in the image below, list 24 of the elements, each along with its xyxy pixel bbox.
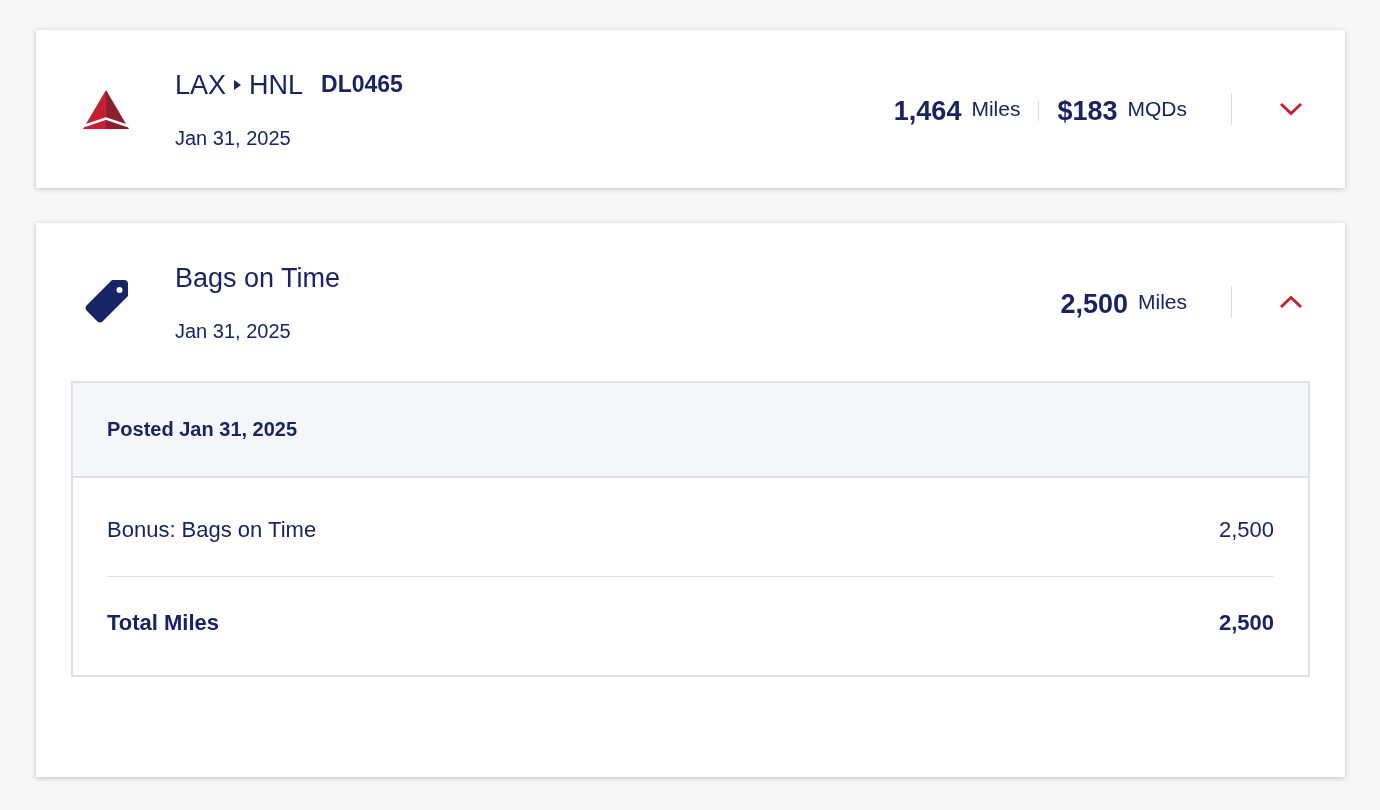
expand-toggle-button[interactable] xyxy=(1279,295,1303,309)
expand-toggle-button[interactable] xyxy=(1279,102,1303,116)
chevron-up-icon xyxy=(1279,295,1303,309)
posted-date: Posted Jan 31, 2025 xyxy=(107,418,298,441)
line-item-value: 2,500 xyxy=(1218,517,1274,543)
destination-code: HNL xyxy=(249,69,304,102)
line-item-label: Bonus: Bags on Time xyxy=(107,517,317,543)
caret-right-icon xyxy=(234,80,242,90)
total-value: 2,500 xyxy=(1218,610,1274,636)
origin-code: LAX xyxy=(175,69,227,102)
earning-amount: 1,464 xyxy=(893,95,962,127)
flight-number: DL0465 xyxy=(321,69,403,98)
earning-unit: MQDs xyxy=(1127,96,1187,122)
earning-amount: $183 xyxy=(1057,95,1118,127)
activity-date: Jan 31, 2025 xyxy=(175,319,291,343)
tag-icon xyxy=(84,280,128,324)
triangle-logo-icon xyxy=(83,89,129,129)
chevron-down-icon xyxy=(1279,102,1303,116)
earning-amount: 2,500 xyxy=(1060,288,1128,320)
activity-title: Bags on Time xyxy=(175,262,341,295)
activity-date: Jan 31, 2025 xyxy=(175,126,291,150)
total-label: Total Miles xyxy=(107,610,220,636)
earning-unit: Miles xyxy=(971,96,1021,122)
earning-unit: Miles xyxy=(1138,289,1187,315)
